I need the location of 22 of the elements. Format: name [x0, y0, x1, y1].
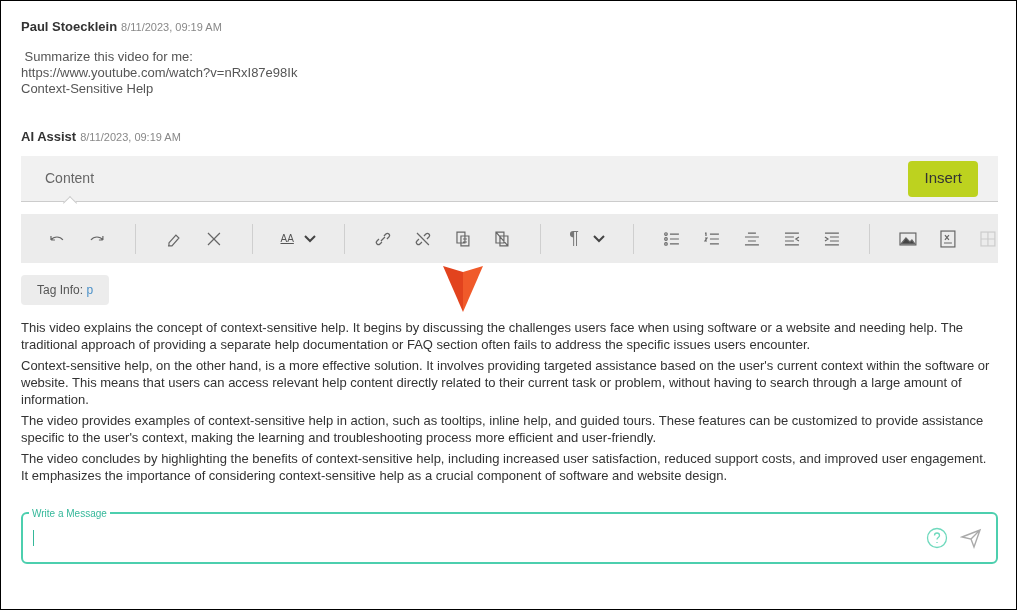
message-time: 8/11/2023, 09:19 AM	[80, 129, 181, 145]
input-label: Write a Message	[29, 506, 110, 521]
summary-paragraph: Context-sensitive help, on the other hand, is a more effective solution. It involves providing targeted assistance based on the user's current context within the software or website. This means that users can access relevant help content directly related to their current task or problem, without having to search through a large amount of information.	[21, 357, 991, 408]
author-name: AI Assist	[21, 127, 77, 146]
summary-paragraph: The video provides examples of context-sensitive help in action, such as tooltips, inline help, and guided tours. These features can be customized to provide assistance specific to the user's context, making the learning and troubleshooting process more efficient and user-friendly.	[21, 412, 985, 446]
tag-info: Tag Info: p	[21, 275, 110, 305]
message-time: 8/11/2023, 09:19 AM	[121, 20, 222, 35]
paragraph-dropdown[interactable]: ¶	[569, 225, 605, 252]
message-text: Summarize this video for me:	[23, 48, 194, 65]
message-text: Context-Sensitive Help	[21, 80, 155, 97]
editor-tab[interactable]: Content	[45, 155, 95, 202]
insert-button[interactable]: Insert	[908, 160, 978, 197]
send-icon[interactable]	[960, 527, 982, 549]
author-name: Paul Stoecklein	[21, 18, 118, 36]
chevron-down-icon	[593, 234, 605, 243]
chevron-down-icon	[303, 234, 316, 243]
formula-icon[interactable]	[938, 228, 959, 249]
summary-paragraph: This video explains the concept of context-sensitive help. It begins by discussing the challenges users face when using software or a website and needing help. The traditional approach of providing a separate help documentation or FAQ section often fails to address the specific issues users encounter.	[21, 319, 965, 353]
pointer-arrow-icon	[443, 266, 483, 312]
summary-paragraph: The video concludes by highlighting the benefits of context-sensitive help, including increased user satisfaction, reduced support costs, and improved user engagement. It emphasizes the importance of considering context-sensitive help as a crucial component of software and website design.	[21, 450, 988, 484]
message-text: https://www.youtube.com/watch?v=nRxI87e98Ik	[21, 64, 299, 81]
font-size-dropdown[interactable]: AA	[280, 231, 316, 246]
